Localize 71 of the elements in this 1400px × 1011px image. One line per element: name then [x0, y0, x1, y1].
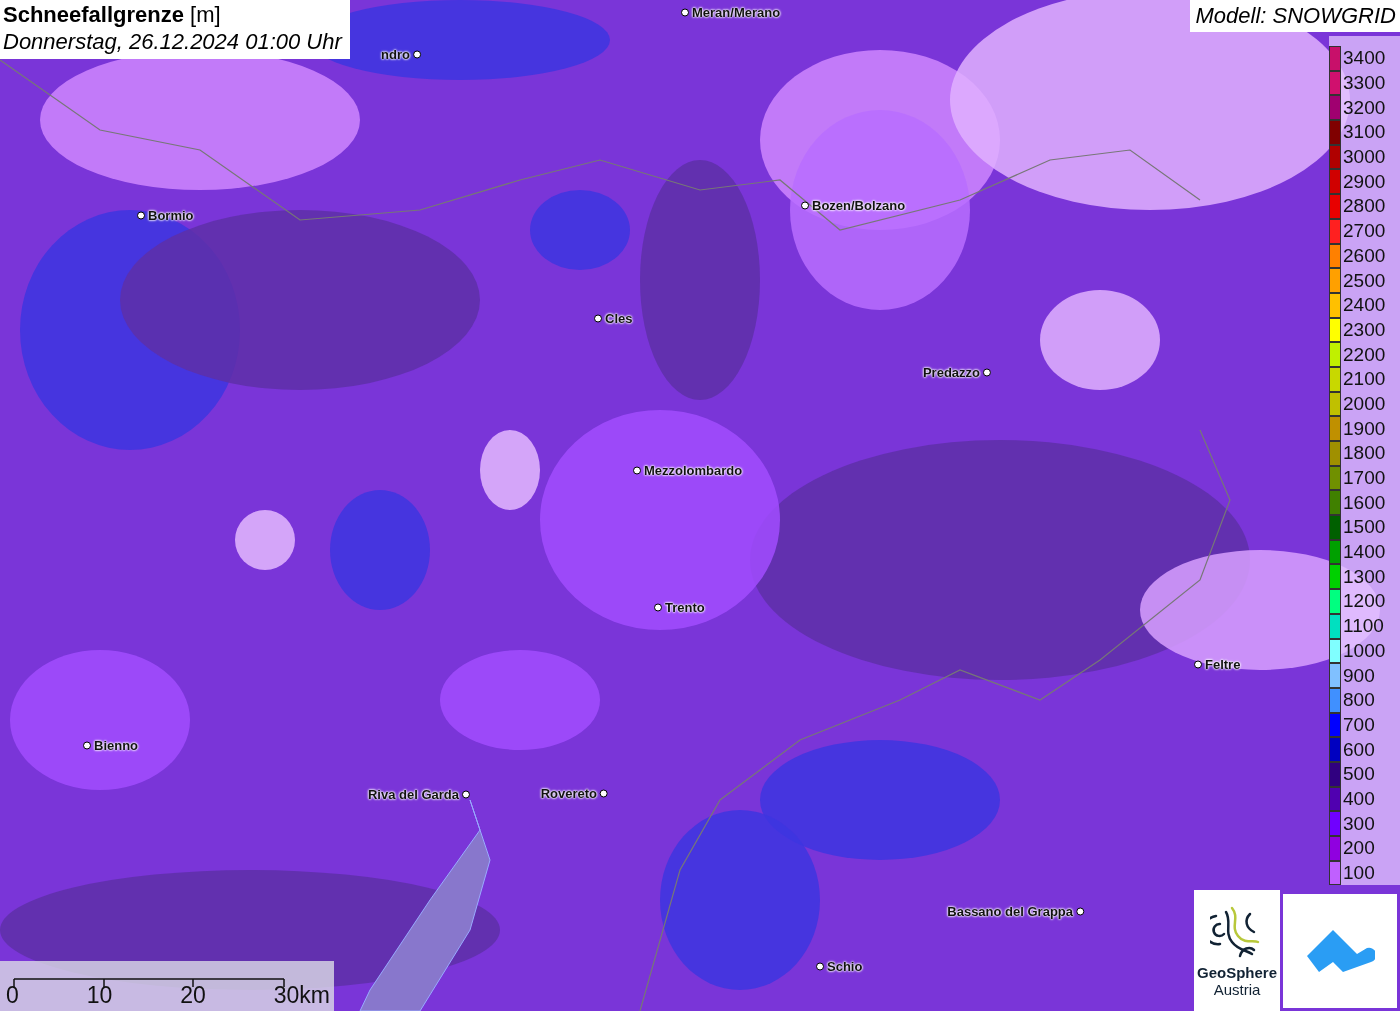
city-marker	[413, 50, 421, 58]
city-label: Bormio	[148, 207, 194, 223]
city-label: Trento	[665, 599, 705, 615]
legend-label: 100	[1342, 862, 1376, 885]
legend-label: 2200	[1342, 343, 1387, 366]
legend-label: 3000	[1342, 146, 1387, 169]
city-label: Schio	[827, 958, 863, 974]
city-marker	[681, 8, 689, 16]
city-marker	[654, 603, 662, 611]
legend-label: 2500	[1342, 269, 1387, 292]
city-label: Riva del Garda	[367, 786, 459, 802]
logo-text: GeoSphere	[1197, 964, 1277, 981]
legend-label: 1200	[1342, 590, 1387, 613]
city-marker	[137, 211, 145, 219]
city-marker	[983, 368, 991, 376]
legend-label: 1500	[1342, 516, 1387, 539]
city-marker	[801, 201, 809, 209]
city-marker	[816, 962, 824, 970]
legend-label: 700	[1342, 713, 1376, 736]
legend-label: 1000	[1342, 639, 1387, 662]
city-label: Feltre	[1205, 656, 1241, 672]
city-label: Rovereto	[540, 785, 597, 801]
legend-label: 3100	[1342, 121, 1387, 144]
legend-label: 2600	[1342, 244, 1387, 267]
legend-label: 300	[1342, 812, 1376, 835]
city-marker	[1194, 660, 1202, 668]
city-marker	[594, 314, 602, 322]
legend-label: 1300	[1342, 565, 1387, 588]
city-label: ndro	[381, 46, 410, 62]
city-label: Bienno	[94, 737, 139, 753]
legend-label: 3300	[1342, 72, 1387, 95]
city-label: Mezzolombardo	[644, 462, 743, 478]
map-title: Schneefallgrenze [m]	[3, 2, 222, 28]
legend-label: 1600	[1342, 491, 1387, 514]
legend-label: 2400	[1342, 294, 1387, 317]
legend-label: 800	[1342, 689, 1376, 712]
legend-label: 2900	[1342, 170, 1387, 193]
legend-label: 1800	[1342, 442, 1387, 465]
logo-text: Austria	[1213, 981, 1261, 998]
legend-label: 3200	[1342, 96, 1387, 119]
legend-label: 900	[1342, 664, 1376, 687]
forecast-time: Donnerstag, 26.12.2024 01:00 Uhr	[3, 29, 342, 55]
model-label: Modell: SNOWGRID	[1189, 0, 1400, 32]
scale-label: 30km	[273, 982, 330, 1009]
legend-label: 2800	[1342, 195, 1387, 218]
scale-label: 10	[86, 982, 113, 1009]
legend-label: 600	[1342, 738, 1376, 761]
city-marker	[633, 466, 641, 474]
city-label: Bozen/Bolzano	[812, 197, 906, 213]
city-label: Meran/Merano	[692, 4, 781, 20]
city-marker	[462, 790, 470, 798]
city-label: Bassano del Grappa	[947, 903, 1073, 919]
legend-label: 1100	[1342, 615, 1385, 638]
city-marker	[600, 789, 608, 797]
city-marker	[83, 741, 91, 749]
legend-label: 2100	[1342, 368, 1387, 391]
legend-label: 2000	[1342, 392, 1387, 415]
legend-label: 2300	[1342, 318, 1387, 341]
legend-label: 1900	[1342, 417, 1387, 440]
legend-label: 1400	[1342, 541, 1387, 564]
city-marker	[1076, 907, 1084, 915]
city-label: Cles	[605, 310, 633, 326]
legend-label: 400	[1342, 787, 1376, 810]
legend-label: 3400	[1342, 47, 1387, 70]
legend-label: 200	[1342, 837, 1376, 860]
legend-label: 1700	[1342, 467, 1387, 490]
scale-label: 20	[180, 982, 206, 1009]
city-label: Predazzo	[922, 364, 980, 380]
legend-label: 500	[1342, 763, 1376, 786]
scale-label: 0	[6, 982, 19, 1009]
legend-label: 2700	[1342, 220, 1387, 243]
